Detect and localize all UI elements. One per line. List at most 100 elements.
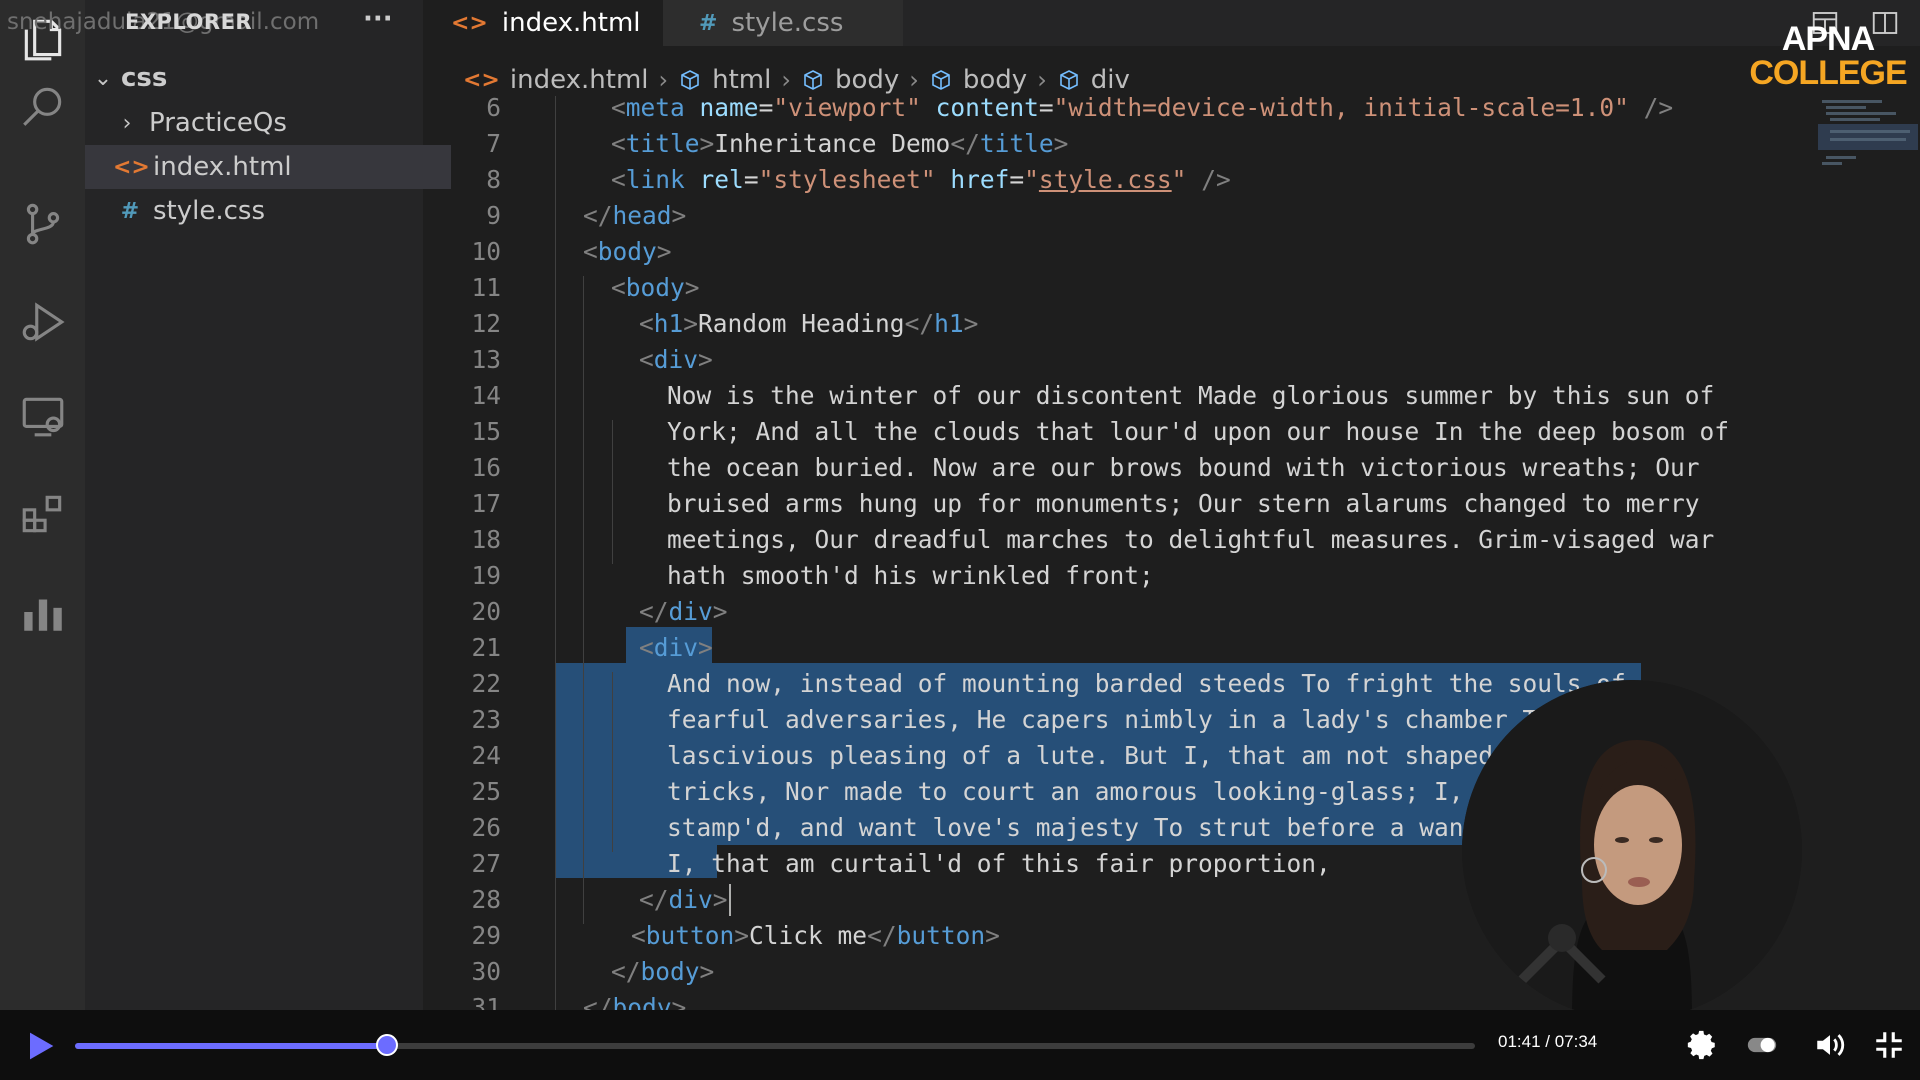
tab-bar: <> index.html ✕ # style.css	[423, 0, 1920, 46]
code-line: lascivious pleasing of a lute. But I, th…	[667, 741, 1553, 770]
code-line: </div>	[639, 597, 728, 626]
line-number: 8	[486, 165, 501, 194]
search-icon[interactable]	[0, 66, 85, 146]
line-number: 30	[471, 957, 501, 986]
tab-index-html[interactable]: <> index.html ✕	[423, 0, 682, 46]
progress-track[interactable]	[75, 1034, 1475, 1056]
code-line: </head>	[583, 201, 687, 230]
line-number: 16	[471, 453, 501, 482]
code-line: meetings, Our dreadful marches to deligh…	[667, 525, 1715, 554]
code-line: </body>	[583, 993, 687, 1010]
element-icon	[681, 70, 699, 90]
toggle-icon[interactable]	[1745, 1028, 1779, 1062]
line-number: 20	[471, 597, 501, 626]
logo-top-text: APNA	[1781, 20, 1875, 58]
html-file-icon: <>	[451, 10, 488, 36]
code-line: fearful adversaries, He capers nimbly in…	[667, 705, 1612, 734]
remote-explorer-icon[interactable]	[0, 376, 85, 456]
breadcrumb-label: body	[962, 65, 1028, 95]
line-number: 13	[471, 345, 501, 374]
progress-thumb[interactable]	[375, 1034, 398, 1056]
line-number: 28	[471, 885, 501, 914]
breadcrumb-label: body	[834, 65, 900, 95]
tree-item-style-css[interactable]: # style.css	[85, 189, 451, 233]
code-line: And now, instead of mounting barded stee…	[667, 669, 1626, 698]
folder-css[interactable]: ⌄ css	[85, 56, 429, 100]
presenter-webcam	[1462, 680, 1802, 1020]
time-display: 01:41 / 07:34	[1498, 1032, 1598, 1051]
line-number: 23	[471, 705, 501, 734]
code-line: I, that am curtail'd of this fair propor…	[667, 849, 1331, 878]
chart-icon[interactable]	[0, 572, 85, 652]
chevron-right-icon: ›	[781, 66, 791, 94]
tab-style-css[interactable]: # style.css	[663, 0, 903, 46]
html-file-icon: <>	[113, 154, 150, 180]
code-line: the ocean buried. Now are our brows boun…	[667, 453, 1700, 482]
tree-item-label: style.css	[153, 196, 265, 226]
code-line: Now is the winter of our discontent Made…	[667, 381, 1715, 410]
code-line: <body>	[583, 237, 672, 266]
code-line: <meta name="viewport" content="width=dev…	[611, 96, 1674, 122]
breadcrumb-item[interactable]: div	[1057, 65, 1130, 95]
tab-label: style.css	[731, 8, 844, 38]
code-line: hath smooth'd his wrinkled front;	[667, 561, 1154, 590]
line-number: 31	[471, 993, 501, 1010]
logo-bottom-text: COLLEGE	[1749, 54, 1907, 92]
minimap[interactable]	[1818, 100, 1918, 190]
line-number: 22	[471, 669, 501, 698]
chevron-right-icon: ›	[122, 110, 132, 136]
breadcrumb-item[interactable]: html	[678, 65, 771, 95]
chevron-down-icon: ⌄	[93, 65, 113, 91]
run-debug-icon[interactable]	[0, 282, 85, 362]
extensions-icon[interactable]	[0, 474, 85, 554]
source-control-icon[interactable]	[0, 184, 85, 264]
tree-item-practiceqs[interactable]: › PracticeQs	[85, 101, 453, 145]
progress-fill	[75, 1043, 387, 1049]
code-line: <button>Click me</button>	[631, 921, 1000, 950]
line-number: 18	[471, 525, 501, 554]
settings-gear-icon[interactable]	[1685, 1028, 1719, 1062]
play-icon[interactable]	[20, 1026, 60, 1066]
explorer-sidebar: snehajadula21@gmail.com EXPLORER ··· ⌄ c…	[7, 0, 451, 1010]
breadcrumb-item[interactable]: body	[929, 65, 1027, 95]
tree-item-index-html[interactable]: <> index.html	[85, 145, 451, 189]
breadcrumb-item[interactable]: body	[801, 65, 899, 95]
explorer-header: snehajadula21@gmail.com EXPLORER ···	[7, 0, 423, 46]
code-line: <div>	[639, 345, 713, 374]
chevron-right-icon: ›	[1037, 66, 1047, 94]
line-number: 11	[471, 273, 501, 302]
element-icon	[1059, 70, 1078, 90]
line-number: 21	[471, 633, 501, 662]
code-line: York; And all the clouds that lour'd upo…	[667, 417, 1730, 446]
text-caret	[729, 884, 731, 916]
code-line: </div>	[639, 885, 728, 914]
code-line: </body>	[611, 957, 715, 986]
line-number: 9	[486, 201, 501, 230]
code-line: <div>	[639, 633, 713, 662]
exit-fullscreen-icon[interactable]	[1872, 1028, 1906, 1062]
explorer-title: EXPLORER	[125, 10, 253, 34]
more-actions-icon[interactable]: ···	[363, 4, 393, 34]
apna-college-logo: APNA COLLEGE	[1748, 22, 1908, 90]
volume-icon[interactable]	[1813, 1028, 1847, 1062]
presenter-icon	[1462, 680, 1802, 1020]
element-icon	[804, 70, 822, 90]
tab-label: index.html	[501, 8, 641, 38]
breadcrumb-label: html	[712, 65, 772, 95]
folder-label: css	[121, 63, 168, 93]
element-icon	[932, 70, 950, 90]
code-line: <title>Inheritance Demo</title>	[611, 129, 1069, 158]
code-line: <body>	[611, 273, 700, 302]
css-file-icon: #	[120, 198, 140, 224]
line-number: 17	[471, 489, 501, 518]
breadcrumb-label: div	[1090, 65, 1130, 95]
line-number: 12	[471, 309, 501, 338]
line-number: 19	[471, 561, 501, 590]
activity-bar	[0, 0, 85, 1010]
css-file-icon: #	[699, 10, 718, 36]
breadcrumb-item[interactable]: <> index.html	[463, 65, 649, 95]
chevron-right-icon: ›	[909, 66, 919, 94]
breadcrumb-label: index.html	[509, 65, 649, 95]
line-number: 15	[471, 417, 501, 446]
line-number: 6	[486, 96, 501, 122]
